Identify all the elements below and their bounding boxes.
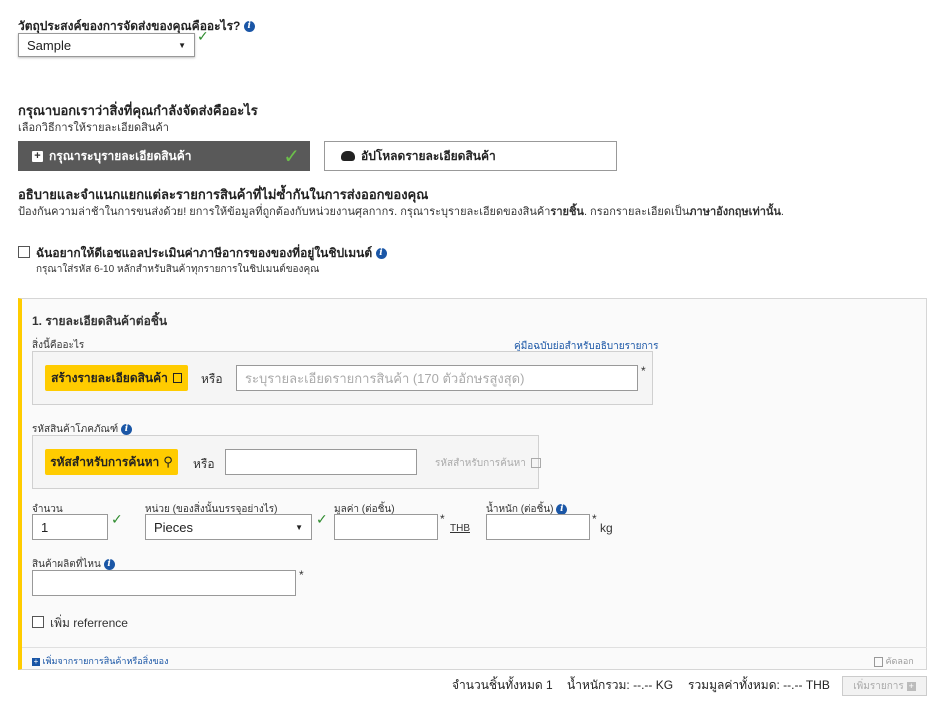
add-from-list-text: เพิ่มจากรายการสินค้าหรือสิ่งของ xyxy=(42,656,169,666)
required-marker: * xyxy=(641,364,646,378)
describe-text-3: . xyxy=(780,206,784,218)
unit-select[interactable]: Pieces ▼ xyxy=(145,514,312,540)
quantity-value: 1 xyxy=(41,519,49,535)
describe-text-2: . กรอกรายละเอียดเป็น xyxy=(583,206,690,218)
shipping-subheading: เลือกวิธีการให้รายละเอียดสินค้า xyxy=(18,122,169,134)
tab-enter-label: กรุณาระบุรายละเอียดสินค้า xyxy=(49,148,192,163)
chevron-down-icon: ▼ xyxy=(295,522,303,532)
plus-icon: + xyxy=(32,656,40,666)
info-icon[interactable]: i xyxy=(103,558,115,570)
quantity-input[interactable]: 1 xyxy=(32,514,108,540)
search-code-button[interactable]: รหัสสำหรับการค้นหา ⚲ xyxy=(45,449,178,475)
required-marker: * xyxy=(299,568,304,582)
or-text-2: หรือ xyxy=(193,457,215,471)
code-search-link[interactable]: รหัสสำหรับการค้นหา xyxy=(435,456,541,471)
cloud-upload-icon xyxy=(341,151,355,161)
total-pieces: จำนวนชิ้นทั้งหมด 1 xyxy=(452,678,553,692)
description-placeholder: ระบุรายละเอียดรายการสินค้า (170 ตัวอักษร… xyxy=(245,370,525,386)
chevron-down-icon: ▼ xyxy=(178,40,186,50)
commodity-code-input[interactable] xyxy=(225,449,417,475)
value-input[interactable] xyxy=(334,514,438,540)
add-reference-checkbox[interactable] xyxy=(32,616,44,628)
check-icon: ✓ xyxy=(197,28,209,44)
describe-text: ป้องกันความล่าช้าในการขนส่งด้วย! ยการให้… xyxy=(18,202,784,220)
total-weight: น้ำหนักรวม: --.-- KG xyxy=(567,678,674,692)
purpose-select-value: Sample xyxy=(27,37,72,53)
tab-enter-details[interactable]: + กรุณาระบุรายละเอียดสินค้า ✓ xyxy=(18,141,310,171)
purpose-select[interactable]: Sample ▼ xyxy=(18,33,195,57)
duty-estimate-text: ฉันอยากให้ดีเอชแอลประเมินค่าภาษีอากรของข… xyxy=(36,246,373,260)
or-text: หรือ xyxy=(201,372,223,386)
description-input[interactable]: ระบุรายละเอียดรายการสินค้า (170 ตัวอักษร… xyxy=(236,365,638,391)
search-icon: ⚲ xyxy=(163,454,173,469)
item-title: 1. รายละเอียดสินค้าต่อชิ้น xyxy=(32,314,168,328)
plus-icon: + xyxy=(32,150,43,162)
origin-input[interactable] xyxy=(32,570,296,596)
divider xyxy=(22,647,927,648)
info-icon[interactable]: i xyxy=(120,423,132,435)
search-code-label: รหัสสำหรับการค้นหา xyxy=(50,454,160,469)
duty-estimate-checkbox[interactable] xyxy=(18,246,30,258)
code-search-link-text: รหัสสำหรับการค้นหา xyxy=(435,458,526,469)
info-icon[interactable]: i xyxy=(375,248,387,260)
weight-unit: kg xyxy=(600,521,613,535)
external-link-icon xyxy=(530,458,541,469)
check-icon: ✓ xyxy=(111,511,123,527)
origin-label-text: สินค้าผลิตที่ไหน xyxy=(32,559,101,570)
describe-bold-2: ภาษาอังกฤษเท่านั้น xyxy=(689,206,781,218)
weight-input[interactable] xyxy=(486,514,590,540)
create-description-button[interactable]: สร้างรายละเอียดสินค้า xyxy=(45,365,188,391)
plus-icon: + xyxy=(906,680,916,691)
copy-icon xyxy=(874,656,883,667)
copy-button[interactable]: คัดลอก xyxy=(874,654,914,668)
add-reference-label: เพิ่ม referrence xyxy=(50,616,128,630)
describe-text-1: ป้องกันความล่าช้าในการขนส่งด้วย! ยการให้… xyxy=(18,206,551,218)
add-item-label: เพิ่มรายการ xyxy=(853,680,904,692)
commodity-code-text: รหัสสินค้าโภคภัณฑ์ xyxy=(32,424,119,435)
copy-label: คัดลอก xyxy=(885,656,914,666)
duty-estimate-label: ฉันอยากให้ดีเอชแอลประเมินค่าภาษีอากรของข… xyxy=(36,244,387,263)
add-item-button[interactable]: เพิ่มรายการ + xyxy=(842,676,927,696)
add-from-list-link[interactable]: + เพิ่มจากรายการสินค้าหรือสิ่งของ xyxy=(32,654,168,668)
total-value: รวมมูลค่าทั้งหมด: --.-- THB xyxy=(688,678,830,692)
required-marker: * xyxy=(592,512,597,526)
check-icon: ✓ xyxy=(316,511,328,527)
required-marker: * xyxy=(440,512,445,526)
edit-document-icon xyxy=(172,373,182,383)
info-icon[interactable]: i xyxy=(243,21,255,33)
currency-label[interactable]: THB xyxy=(450,523,470,534)
duty-estimate-hint: กรุณาใส่รหัส 6-10 หลักสำหรับสินค้าทุกราย… xyxy=(36,264,320,275)
tab-upload-label: อัปโหลดรายละเอียดสินค้า xyxy=(361,148,496,163)
create-description-label: สร้างรายละเอียดสินค้า xyxy=(51,370,168,385)
unit-select-value: Pieces xyxy=(154,519,194,535)
check-icon: ✓ xyxy=(283,146,300,168)
describe-bold-1: รายชิ้น xyxy=(550,206,584,218)
tab-upload-details[interactable]: อัปโหลดรายละเอียดสินค้า xyxy=(324,141,617,171)
